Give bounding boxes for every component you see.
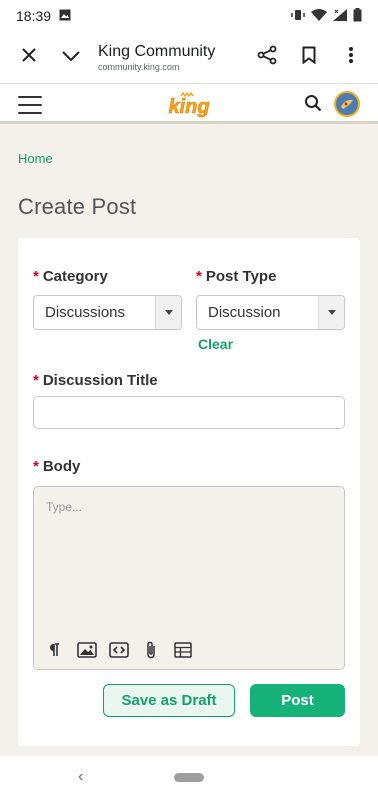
close-button[interactable]: [8, 37, 50, 79]
home-pill[interactable]: [174, 773, 204, 782]
category-select[interactable]: Discussions: [33, 295, 182, 330]
status-bar: 18:39: [0, 0, 378, 32]
required-mark: *: [196, 268, 202, 285]
menu-icon[interactable]: [18, 96, 42, 114]
king-logo[interactable]: king: [165, 91, 213, 120]
bookmark-icon: [302, 46, 316, 69]
more-button[interactable]: [330, 37, 372, 79]
battery-icon: [353, 7, 362, 25]
required-mark: *: [33, 268, 39, 285]
discussion-title-label: * Discussion Title: [33, 372, 158, 389]
back-icon[interactable]: ‹: [78, 768, 83, 786]
discussion-title-label-text: Discussion Title: [42, 372, 158, 389]
caret-down-icon: [155, 296, 181, 329]
code-icon[interactable]: [108, 640, 130, 660]
vibrate-icon: [291, 8, 305, 24]
gallery-icon: [59, 8, 71, 24]
browser-url: community.king.com: [98, 62, 180, 72]
search-icon: [304, 95, 322, 116]
post-type-select[interactable]: Discussion: [196, 295, 345, 330]
category-selected-value: Discussions: [45, 304, 126, 321]
share-button[interactable]: [246, 37, 288, 79]
site-header: king: [0, 84, 378, 124]
close-icon: [22, 48, 36, 67]
wifi-icon: [311, 8, 327, 24]
body-editor[interactable]: Type...: [33, 486, 345, 670]
share-icon: [257, 45, 277, 70]
more-vert-icon: [348, 46, 354, 69]
page-title: Create Post: [18, 194, 137, 219]
status-time: 18:39: [16, 8, 52, 24]
category-label: * Category: [33, 268, 108, 285]
body-label-text: Body: [42, 458, 81, 475]
svg-text:king: king: [168, 96, 209, 118]
required-mark: *: [33, 458, 39, 475]
search-button[interactable]: [304, 94, 322, 117]
system-nav-bar: ‹: [0, 756, 378, 800]
body-placeholder: Type...: [46, 500, 83, 514]
post-type-label-text: Post Type: [205, 268, 277, 285]
avatar[interactable]: [334, 91, 360, 117]
discussion-title-input[interactable]: [33, 396, 345, 429]
category-label-text: Category: [42, 268, 108, 285]
breadcrumb-home[interactable]: Home: [18, 151, 53, 166]
browser-toolbar: King Community community.king.com: [0, 32, 378, 84]
paragraph-icon[interactable]: [44, 640, 66, 660]
required-mark: *: [33, 372, 39, 389]
caret-down-icon: [318, 296, 344, 329]
signal-icon: [333, 8, 347, 24]
clear-post-type-link[interactable]: Clear: [198, 336, 233, 352]
editor-toolbar: [44, 640, 194, 660]
expand-button[interactable]: [50, 37, 92, 79]
post-type-selected-value: Discussion: [208, 304, 281, 321]
post-type-label: * Post Type: [196, 268, 276, 285]
save-draft-button[interactable]: Save as Draft: [103, 684, 235, 717]
post-button[interactable]: Post: [250, 684, 345, 717]
bookmark-button[interactable]: [288, 37, 330, 79]
browser-title-block: King Community community.king.com: [92, 43, 246, 72]
table-icon[interactable]: [172, 640, 194, 660]
body-label: * Body: [33, 458, 80, 475]
image-icon[interactable]: [76, 640, 98, 660]
browser-page-title: King Community: [98, 43, 216, 60]
chevron-down-icon: [62, 49, 80, 67]
attachment-icon[interactable]: [140, 640, 162, 660]
